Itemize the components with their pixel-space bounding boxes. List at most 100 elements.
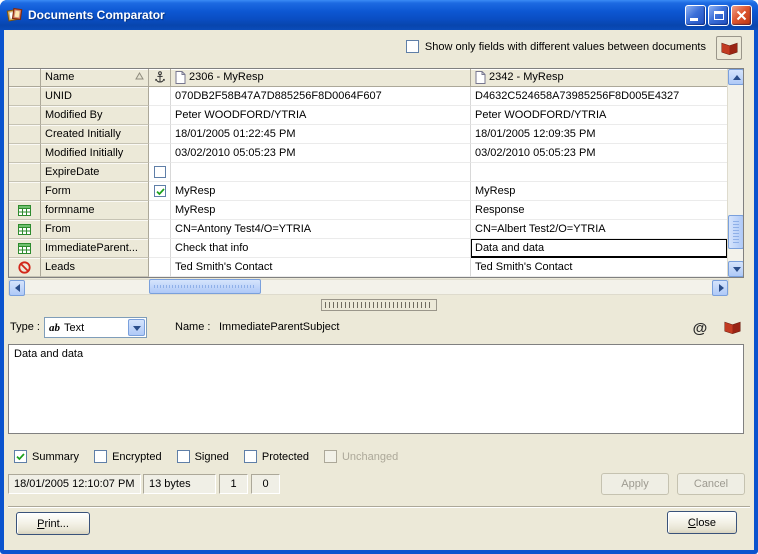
close-dialog-button[interactable]: Close xyxy=(667,511,737,534)
maximize-button[interactable] xyxy=(708,5,729,26)
checkbox-box[interactable] xyxy=(14,450,27,463)
header-name-column[interactable]: Name xyxy=(41,69,149,87)
doc1-value-cell[interactable]: Peter WOODFORD/YTRIA xyxy=(171,106,471,125)
flag-encrypted-checkbox[interactable]: Encrypted xyxy=(94,450,162,463)
doc2-value-cell[interactable]: CN=Albert Test2/O=YTRIA xyxy=(471,220,727,239)
scroll-right-button[interactable] xyxy=(712,280,728,296)
print-button-label: Print... xyxy=(17,518,89,530)
doc1-value-cell[interactable]: MyResp xyxy=(171,201,471,220)
anchor-cell[interactable] xyxy=(149,163,171,182)
check-icon xyxy=(16,453,25,461)
doc2-value-cell[interactable]: MyResp xyxy=(471,182,727,201)
field-name-cell[interactable]: Modified By xyxy=(41,106,149,125)
doc1-value-cell[interactable] xyxy=(171,163,471,182)
header-anchor-column[interactable] xyxy=(149,69,171,87)
doc1-value-cell[interactable]: Check that info xyxy=(171,239,471,258)
checkbox-box[interactable] xyxy=(94,450,107,463)
flag-label: Protected xyxy=(262,451,309,463)
at-button[interactable]: @ xyxy=(688,317,712,339)
doc2-value-cell[interactable]: D4632C524658A73985256F8D005E4327 xyxy=(471,87,727,106)
field-value-editor[interactable]: Data and data xyxy=(8,344,744,434)
field-name-cell[interactable]: Form xyxy=(41,182,149,201)
doc1-value-cell[interactable]: Ted Smith's Contact xyxy=(171,258,471,277)
field-name-cell[interactable]: ExpireDate xyxy=(41,163,149,182)
table-icon xyxy=(18,205,31,216)
filter-diff-checkbox[interactable]: Show only fields with different values b… xyxy=(406,40,706,53)
apply-button[interactable]: Apply xyxy=(601,473,669,495)
flag-summary-checkbox[interactable]: Summary xyxy=(14,450,79,463)
header-doc1-column[interactable]: 2306 - MyResp xyxy=(171,69,471,87)
grid-body: UNID 070DB2F58B47A7D885256F8D0064F607D463… xyxy=(9,87,727,277)
table-icon xyxy=(18,224,31,235)
grid-row[interactable]: Modified Initially 03/02/2010 05:05:23 PM… xyxy=(9,144,727,163)
grid-row[interactable]: Leads Ted Smith's ContactTed Smith's Cont… xyxy=(9,258,727,277)
doc1-value-cell[interactable]: CN=Antony Test4/O=YTRIA xyxy=(171,220,471,239)
checkbox-box[interactable] xyxy=(244,450,257,463)
field-name-cell[interactable]: Created Initially xyxy=(41,125,149,144)
anchor-checkbox[interactable] xyxy=(154,185,166,197)
horizontal-scrollbar[interactable] xyxy=(8,279,729,295)
minimize-button[interactable] xyxy=(685,5,706,26)
doc2-value-cell[interactable]: Ted Smith's Contact xyxy=(471,258,727,277)
grid-row[interactable]: ImmediateParent... Check that infoData an… xyxy=(9,239,727,258)
vertical-scroll-track[interactable] xyxy=(728,85,743,261)
close-button[interactable] xyxy=(731,5,752,26)
doc1-value-cell[interactable]: 18/01/2005 01:22:45 PM xyxy=(171,125,471,144)
field-name-cell[interactable]: Modified Initially xyxy=(41,144,149,163)
doc2-value-cell[interactable]: Response xyxy=(471,201,727,220)
field-name-cell[interactable]: UNID xyxy=(41,87,149,106)
book-icon xyxy=(723,319,742,335)
grid-row[interactable]: Form MyRespMyResp xyxy=(9,182,727,201)
cancel-button[interactable]: Cancel xyxy=(677,473,745,495)
doc1-value-cell[interactable]: 070DB2F58B47A7D885256F8D0064F607 xyxy=(171,87,471,106)
vertical-scrollbar[interactable] xyxy=(727,69,743,277)
field-name-cell[interactable]: formname xyxy=(41,201,149,220)
grid-row[interactable]: Modified By Peter WOODFORD/YTRIAPeter WOO… xyxy=(9,106,727,125)
grid-row[interactable]: UNID 070DB2F58B47A7D885256F8D0064F607D463… xyxy=(9,87,727,106)
table-icon-cell xyxy=(9,220,41,239)
documents-comparator-window: Documents Comparator Show only fields wi… xyxy=(0,0,758,554)
title-bar[interactable]: Documents Comparator xyxy=(0,0,758,30)
table-icon-cell xyxy=(9,239,41,258)
doc2-value-cell[interactable]: 18/01/2005 12:09:35 PM xyxy=(471,125,727,144)
doc2-value-cell[interactable]: Peter WOODFORD/YTRIA xyxy=(471,106,727,125)
anchor-cell xyxy=(149,87,171,106)
chevron-down-icon xyxy=(133,326,141,331)
scroll-left-button[interactable] xyxy=(9,280,25,296)
fields-grid: Name xyxy=(8,68,744,278)
horizontal-scroll-thumb[interactable] xyxy=(149,279,261,294)
flag-label: Encrypted xyxy=(112,451,162,463)
selected-cell[interactable]: Data and data xyxy=(471,239,727,258)
doc2-value-cell[interactable]: 03/02/2010 05:05:23 PM xyxy=(471,144,727,163)
vertical-scroll-thumb[interactable] xyxy=(728,215,744,249)
header-doc2-column[interactable]: 2342 - MyResp xyxy=(471,69,727,87)
checkbox-box[interactable] xyxy=(406,40,419,53)
doc1-value-cell[interactable]: 03/02/2010 05:05:23 PM xyxy=(171,144,471,163)
doc1-value-cell[interactable]: MyResp xyxy=(171,182,471,201)
scroll-down-button[interactable] xyxy=(728,261,744,277)
field-name-cell[interactable]: From xyxy=(41,220,149,239)
flag-protected-checkbox[interactable]: Protected xyxy=(244,450,309,463)
status-count2: 0 xyxy=(251,474,280,494)
scroll-up-button[interactable] xyxy=(728,69,744,85)
anchor-checkbox[interactable] xyxy=(154,166,166,178)
field-name-cell[interactable]: ImmediateParent... xyxy=(41,239,149,258)
field-name-cell[interactable]: Leads xyxy=(41,258,149,277)
checkbox-box[interactable] xyxy=(177,450,190,463)
horizontal-scroll-track[interactable] xyxy=(25,280,712,294)
type-select-dropdown-button[interactable] xyxy=(128,319,145,336)
grid-row[interactable]: formname MyRespResponse xyxy=(9,201,727,220)
type-select[interactable]: abText xyxy=(44,317,147,338)
grid-row[interactable]: From CN=Antony Test4/O=YTRIACN=Albert Tes… xyxy=(9,220,727,239)
doc2-value-cell[interactable] xyxy=(471,163,727,182)
flag-signed-checkbox[interactable]: Signed xyxy=(177,450,229,463)
grid-row[interactable]: ExpireDate xyxy=(9,163,727,182)
splitter-handle[interactable] xyxy=(321,299,437,311)
print-button[interactable]: Print... xyxy=(16,512,90,535)
grid-row[interactable]: Created Initially 18/01/2005 01:22:45 PM1… xyxy=(9,125,727,144)
book-button[interactable] xyxy=(720,316,744,338)
document-icon xyxy=(475,71,486,84)
anchor-cell[interactable] xyxy=(149,182,171,201)
status-timestamp: 18/01/2005 12:10:07 PM xyxy=(8,474,141,494)
compare-book-button[interactable] xyxy=(716,36,742,60)
